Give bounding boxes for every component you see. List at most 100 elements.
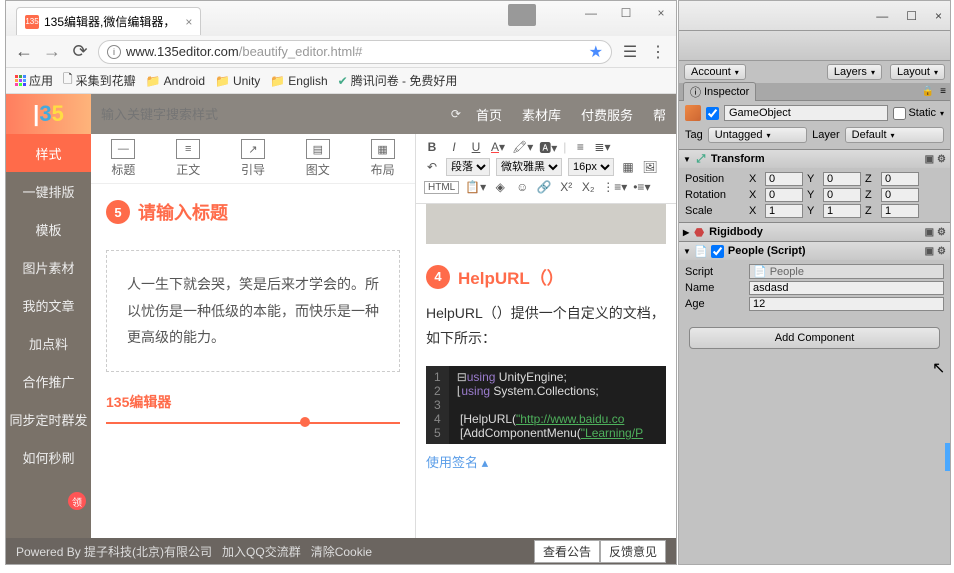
position-z-input[interactable] <box>881 172 919 186</box>
refresh-icon[interactable]: ⟳ <box>451 107 461 121</box>
rotation-x-input[interactable] <box>765 188 803 202</box>
superscript-button[interactable]: X² <box>558 179 574 195</box>
scrollbar-thumb[interactable] <box>945 443 950 471</box>
script-field[interactable]: 📄People <box>749 264 944 279</box>
font-select[interactable]: 微软雅黑 <box>496 158 562 176</box>
sidebar-item-addon[interactable]: 加点料 <box>6 324 91 362</box>
clear-cookie-link[interactable]: 清除Cookie <box>311 543 372 560</box>
notice-button[interactable]: 查看公告 <box>534 540 600 563</box>
tool-title[interactable]: —标题 <box>111 139 135 178</box>
bold-button[interactable]: B <box>424 139 440 155</box>
image-button[interactable]: 🖼 <box>642 159 658 175</box>
tool-layout[interactable]: ▦布局 <box>371 139 395 178</box>
tool-text[interactable]: ≡正文 <box>176 139 200 178</box>
font-color-button[interactable]: A▾ <box>490 139 506 155</box>
close-icon[interactable]: × <box>651 6 671 20</box>
lock-icon[interactable]: 🔒 <box>922 86 934 97</box>
age-input[interactable] <box>749 297 944 311</box>
sidebar-badge[interactable]: 领 <box>68 492 86 510</box>
nav-materials[interactable]: 素材库 <box>522 105 561 124</box>
nav-help[interactable]: 帮 <box>653 105 666 124</box>
sidebar-item-myarticle[interactable]: 我的文章 <box>6 286 91 324</box>
script-enabled-checkbox[interactable] <box>711 245 724 258</box>
underline-button[interactable]: U <box>468 139 484 155</box>
align-menu-button[interactable]: ≣▾ <box>594 139 610 155</box>
unordered-list-button[interactable]: •≡▾ <box>633 179 650 195</box>
link-button[interactable]: 🔗 <box>536 179 552 195</box>
bookmark-star-icon[interactable]: ★ <box>589 42 603 62</box>
back-icon[interactable]: ← <box>14 41 34 62</box>
bookmark-item[interactable]: ✔ 腾讯问卷 - 免费好用 <box>338 72 458 89</box>
reload-icon[interactable]: ⟳ <box>70 41 90 62</box>
sidebar-item-style[interactable]: 样式 <box>6 134 91 172</box>
emoji-button[interactable]: ☺ <box>514 179 530 195</box>
tab-close-icon[interactable]: × <box>185 15 192 29</box>
url-input[interactable]: i www.135editor.com/beautify_editor.html… <box>98 40 612 64</box>
add-component-button[interactable]: Add Component <box>689 327 940 349</box>
eraser-button[interactable]: ◈ <box>492 179 508 195</box>
sidebar-item-layout[interactable]: 一键排版 <box>6 172 91 210</box>
bookmark-item[interactable]: 📁Unity <box>215 74 260 88</box>
position-y-input[interactable] <box>823 172 861 186</box>
search-input[interactable] <box>101 107 436 122</box>
table-button[interactable]: ▦ <box>620 159 636 175</box>
menu-icon[interactable]: ⋮ <box>648 42 668 62</box>
sidebar-item-brush[interactable]: 如何秒刷 <box>6 438 91 476</box>
scale-z-input[interactable] <box>881 204 919 218</box>
ordered-list-button[interactable]: ⋮≡▾ <box>602 179 627 195</box>
tag-dropdown[interactable]: Untagged <box>708 127 807 143</box>
minimize-icon[interactable]: — <box>876 9 888 23</box>
sidebar-item-coop[interactable]: 合作推广 <box>6 362 91 400</box>
rotation-y-input[interactable] <box>823 188 861 202</box>
help-icon[interactable]: ▣ <box>925 246 934 257</box>
name-input[interactable] <box>749 281 944 295</box>
sidebar-item-sync[interactable]: 同步定时群发 <box>6 400 91 438</box>
signature-link[interactable]: 使用签名 ▴ <box>426 452 488 471</box>
people-header[interactable]: ▼ 📄 People (Script) ▣⚙ <box>679 242 950 260</box>
qq-link[interactable]: 加入QQ交流群 <box>222 543 301 560</box>
help-icon[interactable]: ▣ <box>925 154 934 165</box>
paragraph-select[interactable]: 段落 <box>446 158 490 176</box>
close-icon[interactable]: × <box>935 9 942 23</box>
minimize-icon[interactable]: — <box>581 6 601 20</box>
clipboard-button[interactable]: 📋▾ <box>465 179 486 195</box>
sidebar-item-pic[interactable]: 图片素材 <box>6 248 91 286</box>
size-select[interactable]: 16px <box>568 158 614 176</box>
cube-icon[interactable] <box>685 105 701 121</box>
account-dropdown[interactable]: Account <box>684 64 746 80</box>
bookmark-item[interactable]: 📁Android <box>146 74 205 88</box>
static-checkbox[interactable]: Static <box>893 107 944 120</box>
italic-button[interactable]: I <box>446 139 462 155</box>
layer-dropdown[interactable]: Default <box>845 127 944 143</box>
html-source-button[interactable]: HTML <box>424 181 459 194</box>
scale-y-input[interactable] <box>823 204 861 218</box>
sidebar-item-template[interactable]: 模板 <box>6 210 91 248</box>
active-checkbox[interactable] <box>706 107 719 120</box>
nav-paid[interactable]: 付费服务 <box>581 105 633 124</box>
layers-dropdown[interactable]: Layers <box>827 64 882 80</box>
gear-icon[interactable]: ⚙ <box>937 246 946 257</box>
divider-style-preview[interactable]: 135编辑器 <box>106 392 400 424</box>
undo-button[interactable]: ↶ <box>424 159 440 175</box>
position-x-input[interactable] <box>765 172 803 186</box>
align-left-button[interactable]: ≡ <box>572 139 588 155</box>
title-input-row[interactable]: 5 请输入标题 <box>91 184 415 240</box>
scale-x-input[interactable] <box>765 204 803 218</box>
extension-icon[interactable]: ☰ <box>620 42 640 62</box>
quote-style-preview[interactable]: 人一生下就会哭，笑是后来才学会的。所以忧伤是一种低级的本能，而快乐是一种更高级的… <box>106 250 400 372</box>
browser-tab[interactable]: 135 135编辑器,微信编辑器， × <box>16 7 201 35</box>
nav-home[interactable]: 首页 <box>476 105 502 124</box>
inspector-tab[interactable]: ⓘInspector <box>683 82 756 101</box>
transform-header[interactable]: ▼ ⤢ Transform ▣⚙ <box>679 150 950 168</box>
rigidbody-header[interactable]: ▶ ⬣ Rigidbody ▣⚙ <box>679 223 950 241</box>
panel-menu-icon[interactable]: ≡ <box>940 86 946 97</box>
subscript-button[interactable]: X₂ <box>580 179 596 195</box>
tool-quote[interactable]: ↗引导 <box>241 139 265 178</box>
maximize-icon[interactable]: ☐ <box>616 6 636 20</box>
editor-content[interactable]: 4 HelpURL（） HelpURL（）提供一个自定义的文档，如下所示： 12… <box>416 204 676 471</box>
bookmark-item[interactable]: 🗋 采集到花瓣 <box>63 70 136 91</box>
gear-icon[interactable]: ⚙ <box>937 227 946 238</box>
bookmark-item[interactable]: 📁English <box>270 74 327 88</box>
highlight-button[interactable]: 🅰▾ <box>539 139 557 155</box>
bg-color-button[interactable]: 🖍▾ <box>512 139 533 155</box>
